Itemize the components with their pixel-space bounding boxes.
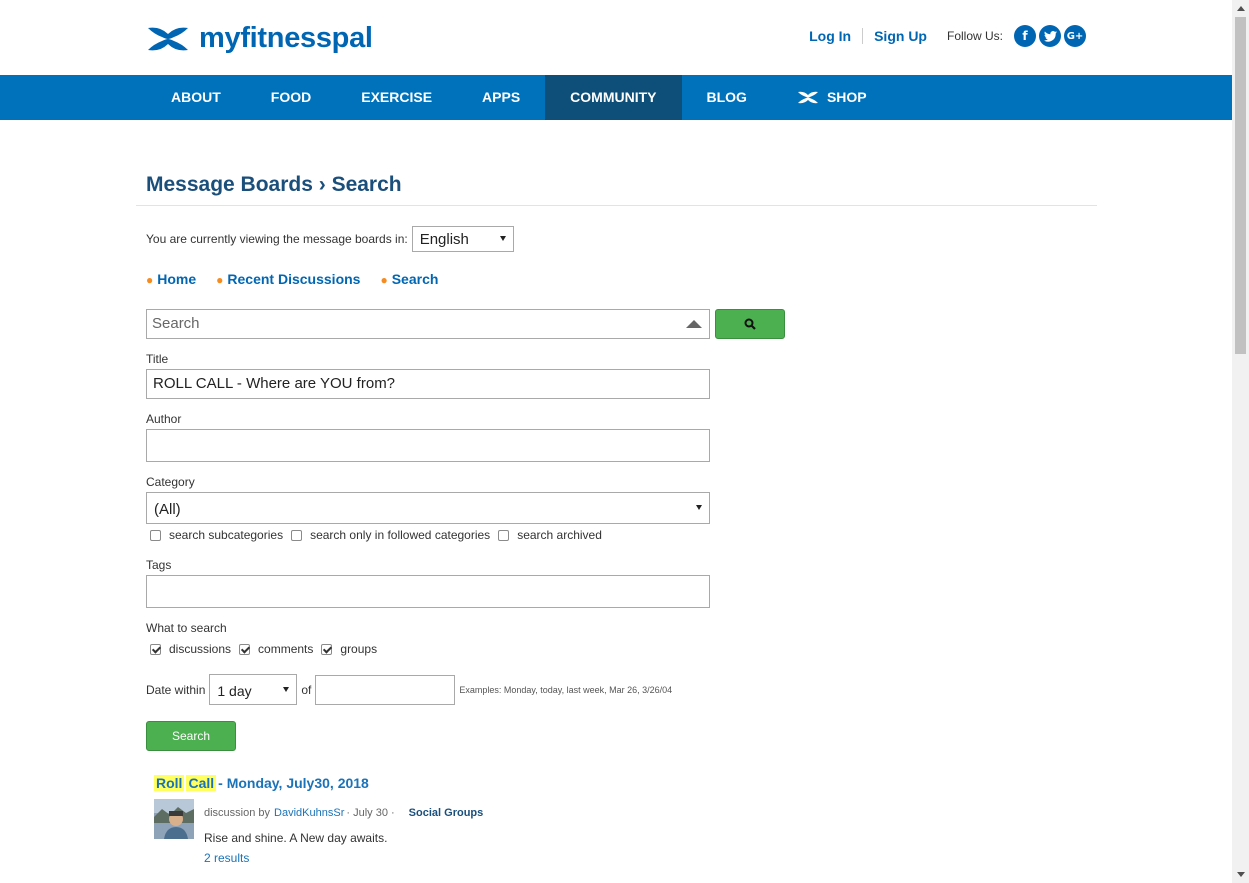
brand-name: myfitnesspal [199,22,373,54]
date-field[interactable] [315,674,456,705]
category-select[interactable]: (All) [146,492,710,524]
nav-recent-link[interactable]: ● Recent Discussions [216,271,360,287]
result-excerpt: Rise and shine. A New day awaits. [204,831,388,845]
site-logo[interactable]: myfitnesspal [146,22,373,55]
bullet-icon: ● [380,273,388,287]
submit-search-button[interactable]: Search [146,721,236,751]
tags-label: Tags [146,558,172,572]
site-header: myfitnesspal Log In Sign Up Follow Us: f… [0,0,1232,75]
author-field[interactable] [146,429,710,462]
dropdown-arrow-icon [283,686,290,692]
scrollbar[interactable] [1232,0,1249,883]
scroll-down-icon[interactable] [1232,866,1249,883]
search-button[interactable] [715,309,785,339]
date-range-selected: 1 day [217,683,252,699]
date-examples: Examples: Monday, today, last week, Mar … [459,684,673,695]
what-to-search-label: What to search [146,621,227,635]
date-of-label: of [301,682,312,697]
top-links: Log In Sign Up Follow Us: f G+ [809,25,1086,47]
main-nav: ABOUT FOOD EXERCISE APPS COMMUNITY BLOG … [0,75,1232,120]
google-plus-icon[interactable]: G+ [1064,25,1086,47]
title-field[interactable]: ROLL CALL - Where are YOU from? [146,369,710,399]
nav-search-link[interactable]: ● Search [380,271,438,287]
dropdown-arrow-icon [696,505,702,510]
date-range-select[interactable]: 1 day [209,674,298,705]
bullet-icon: ● [146,273,154,287]
nav-about[interactable]: ABOUT [146,75,246,120]
language-label: You are currently viewing the message bo… [146,232,408,246]
board-nav: ● Home ● Recent Discussions ● Search [146,271,458,287]
nav-community[interactable]: COMMUNITY [545,75,682,120]
nav-food[interactable]: FOOD [246,75,336,120]
groups-checkbox[interactable] [321,643,333,655]
discussions-checkbox[interactable] [150,643,161,655]
author-label: Author [146,412,182,426]
checkbox-label: search subcategories [169,528,284,542]
what-to-search-options: discussions comments groups [150,642,377,656]
comments-checkbox[interactable] [239,643,251,655]
result-title-link[interactable]: Roll Call - Monday, July30, 2018 [154,775,369,791]
under-armour-logo-icon [797,91,818,104]
language-row: You are currently viewing the message bo… [146,226,514,252]
follow-us-label: Follow Us: [946,29,1003,43]
category-label: Category [146,475,195,489]
highlight: Roll [154,775,185,791]
nav-apps[interactable]: APPS [457,75,545,120]
facebook-icon[interactable]: f [1014,25,1036,47]
category-selected: (All) [154,501,181,518]
login-link[interactable]: Log In [809,28,851,44]
search-input[interactable]: Search [146,309,710,339]
result-group-link[interactable]: Social Groups [409,807,484,819]
date-within-label: Date within [146,682,206,697]
language-select[interactable]: English [411,226,514,252]
checkbox-label: groups [340,642,378,656]
signup-link[interactable]: Sign Up [874,28,927,44]
dropdown-arrow-icon [499,236,506,241]
language-selected: English [419,231,469,248]
tags-field[interactable] [146,575,710,608]
checkbox-label: search archived [517,528,602,542]
scroll-thumb[interactable] [1235,17,1246,354]
divider [136,205,1097,206]
result-date: · July 30 · [346,807,395,819]
nav-blog[interactable]: BLOG [682,75,772,120]
page-title: Message Boards › Search [146,173,402,196]
under-armour-logo-icon [148,27,188,50]
nav-home-link[interactable]: ● Home [146,271,196,287]
search-icon [744,318,756,330]
subcategories-checkbox[interactable] [150,529,161,541]
archived-checkbox[interactable] [498,529,510,541]
result-meta: discussion by DavidKuhnsSr · July 30 · S… [204,807,483,819]
checkbox-label: comments [258,642,314,656]
result-type: discussion by [204,807,271,819]
result-title-rest: - Monday, July30, 2018 [218,775,369,791]
nav-shop[interactable]: SHOP [772,75,892,120]
checkbox-label: search only in followed categories [310,528,491,542]
avatar[interactable] [154,799,194,839]
title-value: ROLL CALL - Where are YOU from? [153,375,396,392]
scroll-up-icon[interactable] [1232,0,1249,17]
highlight: Call [186,775,217,791]
result-count-link[interactable]: 2 results [204,851,249,865]
title-label: Title [146,352,169,366]
checkbox-label: discussions [169,642,232,656]
twitter-icon[interactable] [1039,25,1061,47]
nav-exercise[interactable]: EXERCISE [336,75,457,120]
search-placeholder: Search [152,315,200,332]
date-within-row: Date within 1 day of Examples: Monday, t… [146,674,672,705]
followed-categories-checkbox[interactable] [291,529,303,541]
collapse-arrow-icon[interactable] [686,320,702,328]
bullet-icon: ● [216,273,224,287]
result-author-link[interactable]: DavidKuhnsSr [274,807,344,819]
divider [862,28,864,44]
nav-shop-label: SHOP [826,89,867,105]
category-options: search subcategories search only in foll… [150,528,602,542]
